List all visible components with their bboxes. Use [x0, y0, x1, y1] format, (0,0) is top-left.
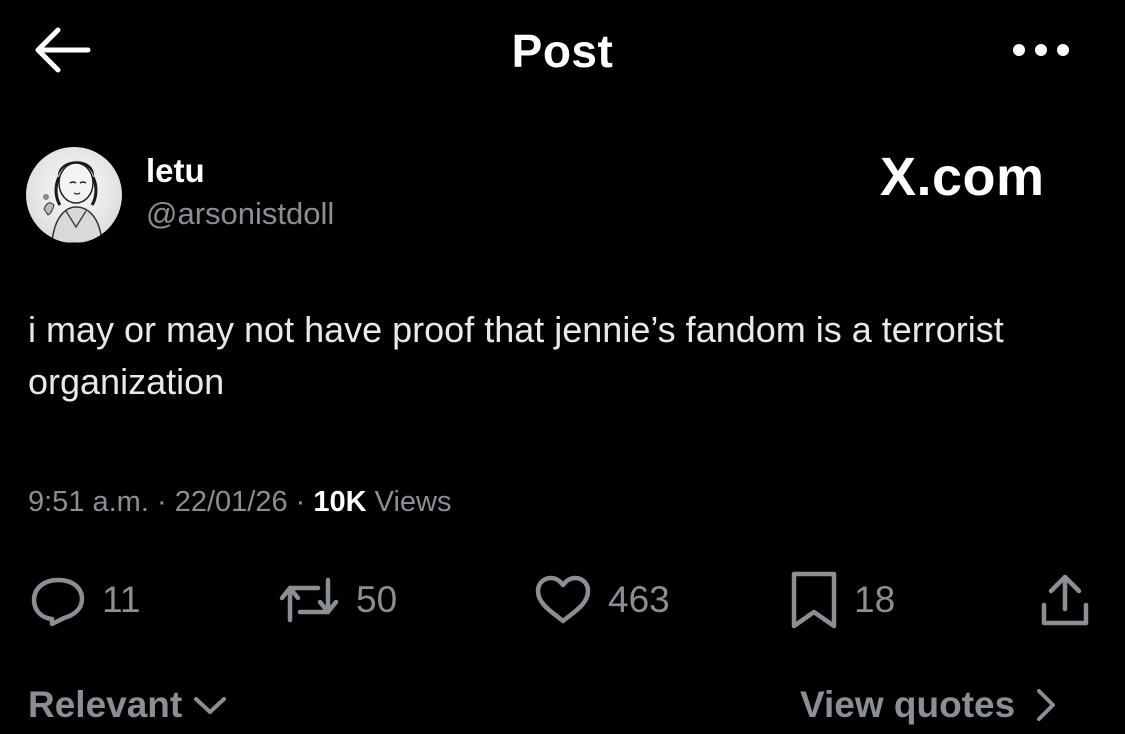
repost-count: 50 [356, 579, 398, 620]
reply-button[interactable]: 11 [28, 570, 140, 630]
share-icon [1041, 574, 1089, 626]
chevron-down-icon [194, 697, 227, 714]
more-options-button[interactable] [1005, 30, 1077, 70]
bookmark-icon [791, 571, 837, 629]
like-button[interactable]: 463 [532, 570, 670, 630]
sort-dropdown[interactable]: Relevant [28, 684, 230, 726]
repost-button[interactable]: 50 [276, 570, 397, 630]
views-label: Views [374, 486, 452, 518]
author-name[interactable]: letu [146, 152, 205, 190]
bookmark-count: 18 [854, 579, 896, 620]
avatar[interactable] [26, 147, 122, 243]
repost-icon [279, 577, 339, 623]
bookmark-button[interactable]: 18 [788, 570, 895, 630]
post-text: i may or may not have proof that jennie’… [28, 309, 1004, 402]
brand-watermark: X.com [880, 147, 1045, 207]
view-quotes-label: View quotes [800, 684, 1016, 725]
meta-separator: · [156, 486, 167, 518]
share-button[interactable] [1038, 570, 1092, 630]
avatar-illustration [43, 161, 103, 243]
like-count: 463 [608, 579, 670, 620]
post-time[interactable]: 9:51 a.m. [28, 486, 149, 518]
views-count: 10K [313, 486, 367, 518]
view-quotes-link[interactable]: View quotes [800, 684, 1061, 726]
meta-separator: · [295, 486, 306, 518]
reply-count: 11 [102, 579, 141, 620]
heart-icon [535, 575, 591, 624]
chevron-right-icon [1037, 689, 1056, 721]
author-handle[interactable]: @arsonistdoll [146, 196, 334, 232]
post-date[interactable]: 22/01/26 [175, 486, 288, 518]
post-meta: 9:51 a.m. · 22/01/26 · 10K Views [28, 486, 452, 519]
page-title: Post [511, 25, 614, 77]
sort-label: Relevant [28, 684, 183, 725]
reply-icon [31, 577, 85, 626]
more-horizontal-icon [1013, 44, 1069, 56]
